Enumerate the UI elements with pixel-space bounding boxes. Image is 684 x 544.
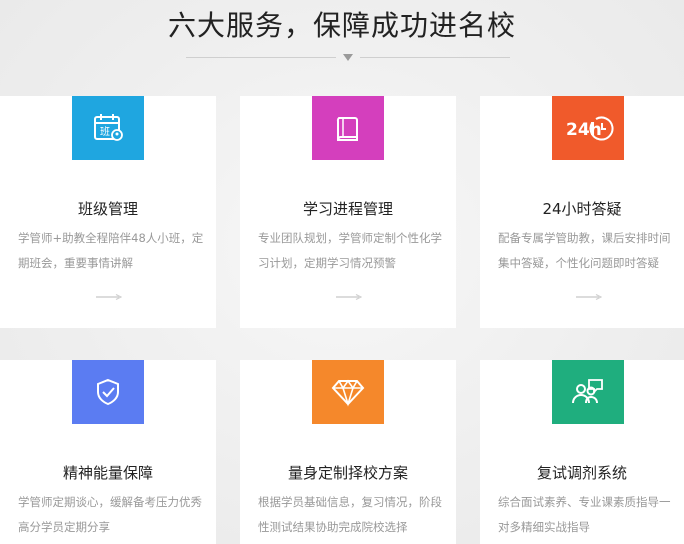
users-chat-icon — [552, 360, 624, 424]
service-name: 精神能量保障 — [62, 464, 153, 482]
arrow-right-icon[interactable] — [96, 294, 122, 300]
service-desc: 专业团队规划，学管师定制个性化学习计划，定期学习情况预警 — [258, 231, 442, 270]
service-card-class-management[interactable]: 班 班级管理 学管师+助教全程陪伴48人小班，定期班会，重要事情讲解 — [0, 96, 216, 328]
diamond-icon — [312, 360, 384, 424]
clock-24h-icon: 24h — [552, 96, 624, 160]
service-card-retest-adjust[interactable]: 复试调剂系统 综合面试素养、专业课素质指导一对多精细实战指导 — [480, 360, 684, 544]
service-desc: 学管师+助教全程陪伴48人小班，定期班会，重要事情讲解 — [18, 231, 204, 270]
shield-check-icon — [72, 360, 144, 424]
svg-text:班: 班 — [100, 126, 110, 138]
service-card-24h-qa[interactable]: 24h 24小时答疑 配备专属学管助教，课后安排时间集中答疑，个性化问题即时答疑 — [480, 96, 684, 328]
book-icon — [312, 96, 384, 160]
service-name: 量身定制择校方案 — [287, 464, 408, 482]
service-name: 24小时答疑 — [542, 200, 622, 218]
service-desc: 学管师定期谈心，缓解备考压力优秀高分学员定期分享 — [18, 495, 202, 534]
class-calendar-icon: 班 — [72, 96, 144, 160]
page-title: 六大服务，保障成功进名校 — [167, 9, 516, 42]
title-divider — [186, 51, 510, 65]
service-desc: 综合面试素养、专业课素质指导一对多精细实战指导 — [498, 495, 671, 534]
service-name: 班级管理 — [77, 200, 138, 218]
arrow-right-icon[interactable] — [336, 294, 362, 300]
chevron-down-icon — [343, 54, 353, 61]
service-card-school-plan[interactable]: 量身定制择校方案 根据学员基础信息，复习情况，阶段性测试结果协助完成院校选择 — [240, 360, 456, 544]
service-desc: 配备专属学管助教，课后安排时间集中答疑，个性化问题即时答疑 — [498, 231, 671, 270]
service-name: 复试调剂系统 — [536, 464, 627, 482]
service-card-mental-support[interactable]: 精神能量保障 学管师定期谈心，缓解备考压力优秀高分学员定期分享 — [0, 360, 216, 544]
service-name: 学习进程管理 — [302, 200, 393, 218]
service-card-study-progress[interactable]: 学习进程管理 专业团队规划，学管师定制个性化学习计划，定期学习情况预警 — [240, 96, 456, 328]
arrow-right-icon[interactable] — [576, 294, 602, 300]
service-desc: 根据学员基础信息，复习情况，阶段性测试结果协助完成院校选择 — [258, 495, 442, 534]
svg-text:24h: 24h — [566, 120, 602, 140]
